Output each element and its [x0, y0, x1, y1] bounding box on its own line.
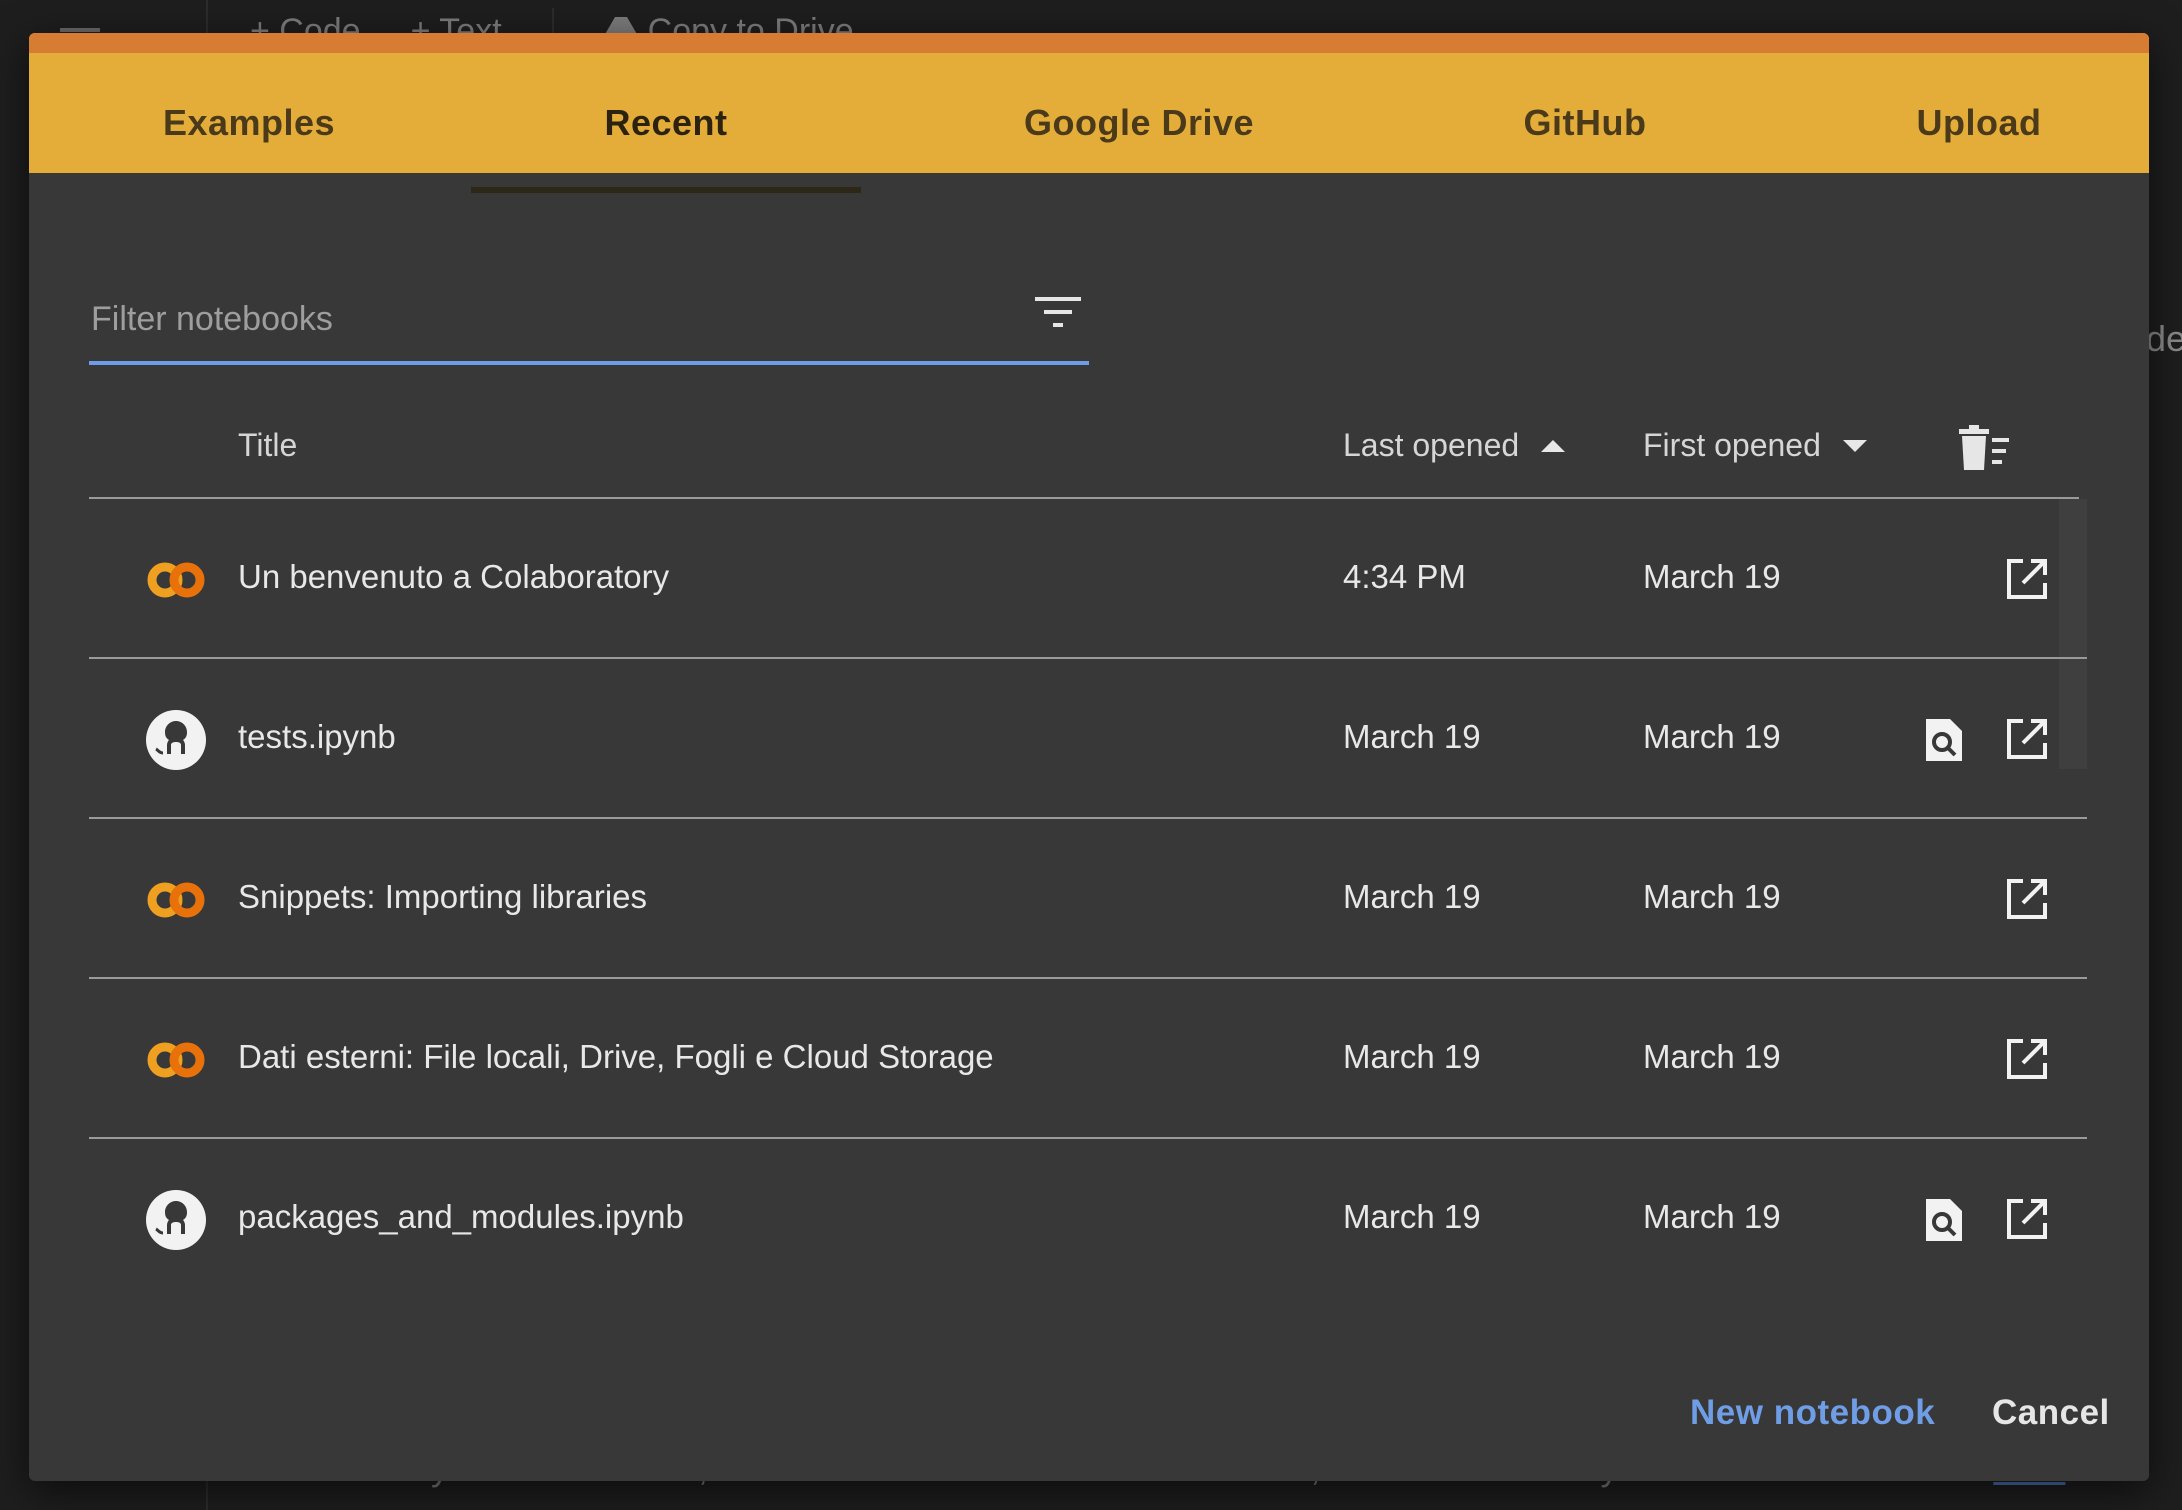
table-row[interactable]: tests.ipynb March 19 March 19 — [89, 659, 2087, 819]
tab-label: Recent — [604, 102, 728, 143]
notebook-title[interactable]: Snippets: Importing libraries — [238, 878, 647, 916]
open-in-new-tab-icon[interactable] — [2005, 877, 2049, 921]
cancel-button[interactable]: Cancel — [1992, 1393, 2110, 1433]
trash-icon[interactable] — [1957, 425, 2011, 473]
column-first-opened[interactable]: First opened — [1643, 427, 1867, 464]
first-opened-value: March 19 — [1643, 718, 1781, 755]
first-opened-value: March 19 — [1643, 1198, 1781, 1235]
table-row[interactable]: Snippets: Importing libraries March 19 Mar… — [89, 819, 2087, 979]
column-last-opened[interactable]: Last opened — [1343, 427, 1566, 464]
tab-examples[interactable]: Examples — [29, 73, 469, 173]
notebook-title[interactable]: packages_and_modules.ipynb — [238, 1198, 684, 1236]
filter-field — [89, 283, 1089, 365]
preview-icon[interactable] — [1922, 717, 1964, 763]
column-last-opened-label: Last opened — [1343, 427, 1520, 463]
last-opened-value: March 19 — [1343, 718, 1481, 755]
tab-recent[interactable]: Recent — [471, 73, 861, 193]
table-row[interactable]: Dati esterni: File locali, Drive, Fogli … — [89, 979, 2087, 1139]
sort-ascending-icon — [1541, 439, 1566, 452]
tab-upload[interactable]: Upload — [1769, 73, 2149, 173]
open-in-new-tab-icon[interactable] — [2005, 1037, 2049, 1081]
active-tab-indicator — [471, 187, 861, 193]
colab-icon — [147, 1042, 205, 1078]
tab-label: Google Drive — [1023, 102, 1255, 143]
new-notebook-button[interactable]: New notebook — [1690, 1393, 1935, 1433]
last-opened-value: March 19 — [1343, 1198, 1481, 1235]
background-side-text: de — [2146, 318, 2182, 359]
table-row[interactable]: Un benvenuto a Colaboratory 4:34 PM March … — [89, 499, 2087, 659]
table-row[interactable]: packages_and_modules.ipynb March 19 March … — [89, 1139, 2087, 1297]
colab-icon — [147, 562, 205, 598]
preview-icon[interactable] — [1922, 1197, 1964, 1243]
last-opened-value: March 19 — [1343, 1038, 1481, 1075]
open-in-new-tab-icon[interactable] — [2005, 717, 2049, 761]
github-icon — [146, 1190, 206, 1250]
tab-label: Examples — [162, 102, 336, 143]
tab-bar: Examples Recent Google Drive GitHub Uplo… — [29, 33, 2149, 193]
sort-descending-icon — [1842, 439, 1867, 452]
tab-github[interactable]: GitHub — [1375, 73, 1795, 173]
filter-notebooks-input[interactable] — [89, 293, 973, 345]
colab-icon — [147, 882, 205, 918]
notebook-title[interactable]: Dati esterni: File locali, Drive, Fogli … — [238, 1038, 994, 1076]
table-header: Title Last opened First opened — [89, 413, 2079, 499]
column-first-opened-label: First opened — [1643, 427, 1821, 463]
filter-icon[interactable] — [1033, 293, 1085, 333]
github-icon — [146, 710, 206, 770]
first-opened-value: March 19 — [1643, 558, 1781, 595]
first-opened-value: March 19 — [1643, 1038, 1781, 1075]
open-in-new-tab-icon[interactable] — [2005, 1197, 2049, 1241]
tab-label: Upload — [1916, 102, 2042, 143]
notebook-list: Un benvenuto a Colaboratory 4:34 PM March … — [89, 499, 2087, 1297]
tab-google-drive[interactable]: Google Drive — [899, 73, 1379, 173]
first-opened-value: March 19 — [1643, 878, 1781, 915]
notebook-title[interactable]: Un benvenuto a Colaboratory — [238, 558, 669, 596]
open-notebook-dialog: Examples Recent Google Drive GitHub Uplo… — [29, 33, 2149, 1481]
open-in-new-tab-icon[interactable] — [2005, 557, 2049, 601]
column-title: Title — [238, 427, 297, 464]
tab-label: GitHub — [1523, 102, 1647, 143]
column-title-label: Title — [238, 427, 298, 463]
last-opened-value: March 19 — [1343, 878, 1481, 915]
notebook-title[interactable]: tests.ipynb — [238, 718, 396, 756]
last-opened-value: 4:34 PM — [1343, 558, 1466, 595]
